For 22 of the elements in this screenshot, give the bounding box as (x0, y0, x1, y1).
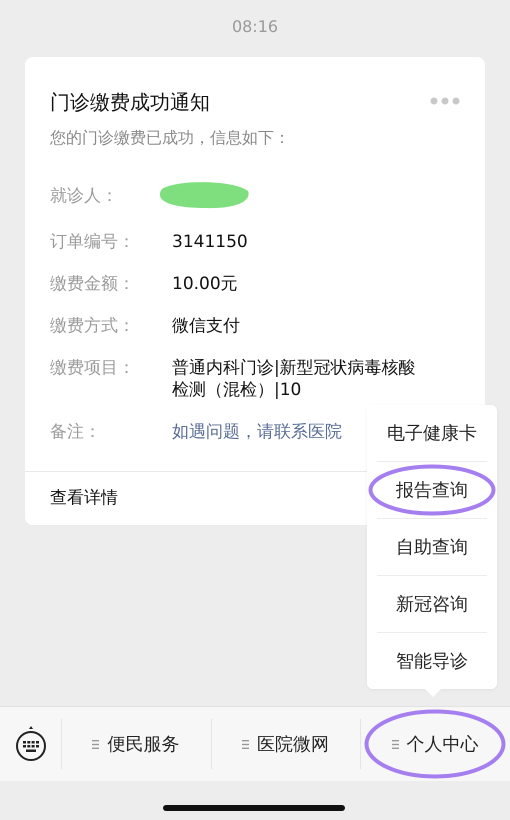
field-value: 微信支付 (172, 315, 241, 337)
menu-icon (392, 740, 399, 748)
message-time: 08:16 (232, 17, 278, 36)
menu-icon (242, 740, 249, 748)
menu-item[interactable]: 自助查询 (377, 519, 487, 575)
field-value: 10.00元 (172, 273, 239, 295)
card-subtitle: 您的门诊缴费已成功，信息如下： (50, 128, 291, 149)
menu-item[interactable]: 智能导诊 (377, 633, 487, 689)
field-label: 订单编号： (50, 231, 136, 253)
field-label: 就诊人： (50, 185, 119, 207)
field-value: 3141150 (172, 231, 249, 253)
field-label: 缴费方式： (50, 315, 136, 337)
field-label: 备注： (50, 421, 102, 443)
menu-icon (92, 740, 100, 748)
menu-item[interactable]: 新冠咨询 (377, 576, 487, 632)
field-value: 普通内科门诊|新型冠状病毒核酸检测（混检）|10 (172, 357, 417, 401)
menu-item[interactable]: 电子健康卡 (377, 405, 487, 461)
field-label: 缴费项目： (50, 357, 136, 379)
menu-item[interactable]: 报告查询 (377, 462, 487, 518)
card-title: 门诊缴费成功通知 (50, 89, 210, 116)
keyboard-icon[interactable] (14, 726, 46, 762)
field-label: 缴费金额： (50, 273, 136, 295)
